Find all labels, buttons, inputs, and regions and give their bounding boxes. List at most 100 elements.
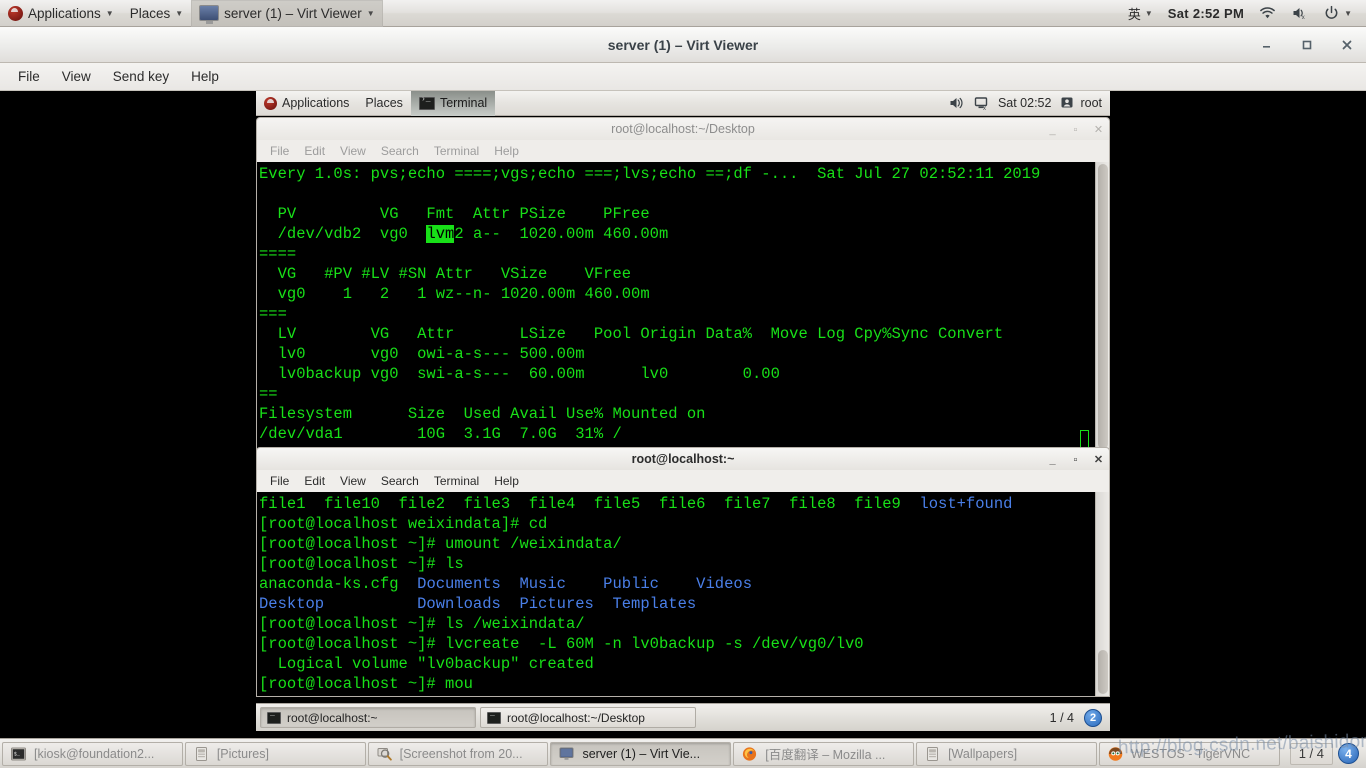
scrollbar-thumb[interactable] — [1098, 650, 1108, 694]
terminal-watch-menubar: File Edit View Search Terminal Help — [256, 140, 1110, 162]
volume-muted-icon: x — [1293, 8, 1305, 21]
tigervnc-icon — [1108, 746, 1123, 761]
host-system-tray: 英 ▼ Sat 2:52 PM x ▼ — [1122, 0, 1366, 27]
menu-file[interactable]: File — [263, 472, 296, 490]
guest-window-button-terminal[interactable]: Terminal — [410, 90, 496, 116]
menu-send-key[interactable]: Send key — [103, 66, 179, 87]
network-indicator[interactable] — [1253, 0, 1282, 27]
guest-active-app-label: Terminal — [439, 96, 488, 110]
maximize-icon — [1302, 40, 1312, 50]
places-menu[interactable]: Places ▼ — [122, 0, 191, 27]
terminal-watch-title: root@localhost:~/Desktop — [611, 122, 755, 136]
taskbar-item-tigervnc[interactable]: WESTOS - TigerVNC — [1098, 741, 1280, 766]
guest-places-menu[interactable]: Places — [357, 91, 411, 116]
taskbar-item-firefox[interactable]: [百度翻译 – Mozilla ... — [733, 741, 915, 766]
terminal-watch-body[interactable]: Every 1.0s: pvs;echo ====;vgs;echo ===;l… — [256, 162, 1110, 455]
guest-taskbar-item-shell[interactable]: root@localhost:~ — [260, 707, 476, 728]
volume-icon[interactable] — [948, 95, 965, 111]
guest-display-canvas[interactable]: Applications Places Terminal — [0, 90, 1366, 737]
terminal-watch-titlebar[interactable]: root@localhost:~/Desktop _ ▫ ✕ — [256, 117, 1110, 140]
fedora-logo-icon — [8, 5, 23, 21]
svg-text:$_: $_ — [14, 751, 21, 757]
menu-view[interactable]: View — [52, 66, 101, 87]
guest-workspace-badge[interactable]: 2 — [1084, 708, 1102, 727]
close-button[interactable] — [1338, 36, 1356, 54]
scrollbar-thumb[interactable] — [1098, 164, 1108, 449]
taskbar-item-screenshot[interactable]: [Screenshot from 20... — [367, 741, 549, 766]
file-manager-icon — [927, 746, 939, 761]
guest-applications-menu[interactable]: Applications — [256, 91, 357, 116]
terminal-watch-output: Every 1.0s: pvs;echo ====;vgs;echo ===;l… — [259, 165, 1041, 443]
virt-viewer-menubar: File View Send key Help — [0, 63, 1366, 91]
menu-edit[interactable]: Edit — [297, 472, 332, 490]
menu-file[interactable]: File — [8, 66, 50, 87]
terminal-shell-titlebar[interactable]: root@localhost:~ _ ▫ ✕ — [256, 447, 1110, 470]
terminal-shell-window-controls: _ ▫ ✕ — [1046, 448, 1105, 471]
host-panel-menu: Applications ▼ Places ▼ server (1) – Vir… — [0, 0, 383, 27]
terminal-shell-scrollbar[interactable] — [1095, 492, 1109, 696]
menu-view[interactable]: View — [333, 472, 373, 490]
chevron-down-icon: ▼ — [175, 9, 184, 18]
file-manager-icon — [195, 746, 207, 761]
maximize-button[interactable] — [1298, 36, 1316, 54]
menu-help[interactable]: Help — [181, 66, 229, 87]
applications-menu[interactable]: Applications ▼ — [0, 0, 122, 27]
host-workspace-pager[interactable]: 1 / 4 — [1289, 742, 1333, 765]
menu-search[interactable]: Search — [374, 472, 426, 490]
guest-desktop: Applications Places Terminal — [256, 90, 1110, 731]
terminal-icon — [267, 709, 281, 724]
maximize-button[interactable]: ▫ — [1069, 124, 1082, 136]
virt-viewer-icon — [199, 5, 220, 24]
screen: Applications ▼ Places ▼ server (1) – Vir… — [0, 0, 1366, 768]
input-method-indicator[interactable]: 英 ▼ — [1122, 0, 1159, 27]
firefox-icon — [743, 746, 757, 761]
maximize-button[interactable]: ▫ — [1069, 454, 1082, 466]
menu-edit[interactable]: Edit — [297, 142, 332, 160]
guest-taskbar-item-watch[interactable]: root@localhost:~/Desktop — [480, 707, 696, 728]
taskbar-item-pictures[interactable]: [Pictures] — [184, 741, 366, 766]
guest-user-menu[interactable]: root — [1059, 95, 1102, 111]
taskbar-item-kiosk-terminal[interactable]: $_ [kiosk@foundation2... — [2, 741, 183, 766]
terminal-window-shell[interactable]: root@localhost:~ _ ▫ ✕ File Edit View Se… — [256, 447, 1110, 697]
virt-viewer-title: server (1) – Virt Viewer — [607, 36, 759, 53]
virt-viewer-titlebar[interactable]: server (1) – Virt Viewer — [0, 27, 1366, 63]
minimize-button[interactable]: _ — [1046, 454, 1059, 466]
terminal-watch-cursor — [1080, 430, 1089, 448]
close-button[interactable]: ✕ — [1092, 453, 1105, 466]
guest-workspace-pager[interactable]: 1 / 4 — [1050, 711, 1080, 725]
menu-file[interactable]: File — [263, 142, 296, 160]
guest-taskbar-item-label: root@localhost:~ — [287, 710, 378, 725]
guest-clock[interactable]: Sat 02:52 — [998, 96, 1052, 110]
svg-text:x: x — [1302, 15, 1305, 21]
guest-user-label: root — [1080, 96, 1102, 110]
menu-view[interactable]: View — [333, 142, 373, 160]
minimize-button[interactable] — [1258, 36, 1276, 54]
taskbar-item-label: server (1) – Virt Vie... — [582, 746, 701, 761]
minimize-icon — [1263, 46, 1270, 48]
host-workspace-badge[interactable]: 4 — [1337, 743, 1359, 764]
terminal-window-watch[interactable]: root@localhost:~/Desktop _ ▫ ✕ File Edit… — [256, 117, 1110, 455]
network-disconnected-icon[interactable]: x — [973, 95, 990, 111]
close-button[interactable]: ✕ — [1092, 123, 1105, 136]
menu-terminal[interactable]: Terminal — [427, 472, 486, 490]
power-menu[interactable]: ▼ — [1317, 0, 1358, 27]
menu-help[interactable]: Help — [487, 142, 526, 160]
applications-menu-label: Applications — [28, 5, 101, 21]
taskbar-item-wallpapers[interactable]: [Wallpapers] — [916, 741, 1097, 766]
terminal-watch-scrollbar[interactable] — [1095, 162, 1109, 454]
guest-applications-label: Applications — [282, 96, 350, 110]
chevron-down-icon: ▼ — [105, 9, 114, 18]
menu-terminal[interactable]: Terminal — [427, 142, 486, 160]
terminal-shell-body[interactable]: file1 file10 file2 file3 file4 file5 fil… — [256, 492, 1110, 697]
clock[interactable]: Sat 2:52 PM — [1162, 0, 1250, 27]
menu-search[interactable]: Search — [374, 142, 426, 160]
taskbar-item-label: [kiosk@foundation2... — [34, 746, 155, 761]
window-menu-virt-viewer[interactable]: server (1) – Virt Viewer ▼ — [191, 0, 383, 27]
chevron-down-icon: ▼ — [1144, 9, 1153, 18]
menu-help[interactable]: Help — [487, 472, 526, 490]
volume-indicator[interactable]: x — [1285, 0, 1314, 27]
guest-taskbar-item-label: root@localhost:~/Desktop — [507, 710, 645, 725]
minimize-button[interactable]: _ — [1046, 124, 1059, 136]
terminal-shell-output: file1 file10 file2 file3 file4 file5 fil… — [259, 495, 1013, 693]
taskbar-item-virt-viewer[interactable]: server (1) – Virt Vie... — [550, 741, 732, 766]
